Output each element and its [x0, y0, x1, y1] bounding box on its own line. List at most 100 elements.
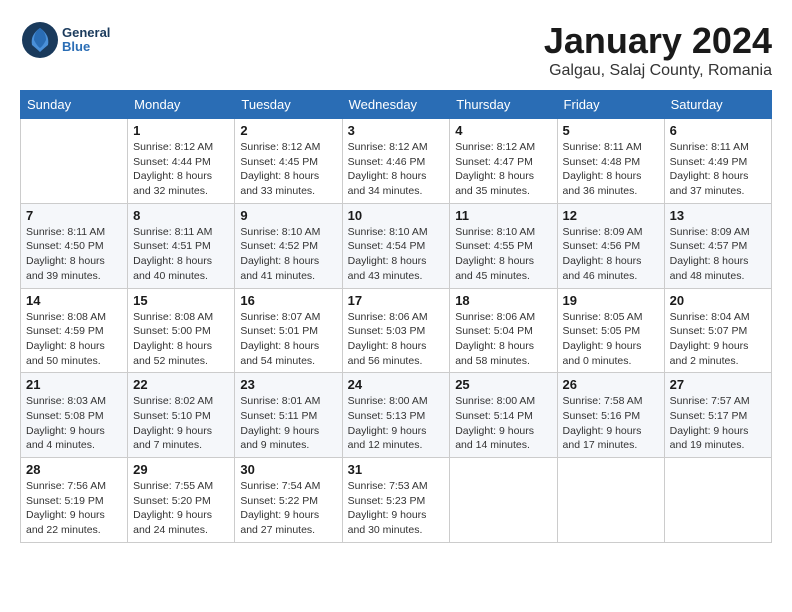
table-row: 17Sunrise: 8:06 AMSunset: 5:03 PMDayligh… [342, 288, 450, 373]
day-info: Sunrise: 8:00 AMSunset: 5:13 PMDaylight:… [348, 394, 445, 453]
table-row: 10Sunrise: 8:10 AMSunset: 4:54 PMDayligh… [342, 203, 450, 288]
header-saturday: Saturday [664, 91, 771, 119]
table-row: 29 Sunrise: 7:55 AMSunset: 5:20 PMDayligh… [128, 458, 235, 543]
table-row: 15 Sunrise: 8:08 AMSunset: 5:00 PMDayligh… [128, 288, 235, 373]
day-info: Sunrise: 8:08 AMSunset: 4:59 PMDaylight:… [26, 310, 122, 369]
day-info: Sunrise: 8:12 AMSunset: 4:44 PMDaylight:… [133, 140, 229, 199]
header-sunday: Sunday [21, 91, 128, 119]
table-row: 19 Sunrise: 8:05 AMSunset: 5:05 PMDayligh… [557, 288, 664, 373]
day-number: 20 [670, 293, 766, 308]
table-row: 18 Sunrise: 8:06 AMSunset: 5:04 PMDayligh… [450, 288, 557, 373]
day-info: Sunrise: 8:11 AMSunset: 4:50 PMDaylight:… [26, 225, 122, 284]
day-number: 22 [133, 377, 229, 392]
table-row: 13Sunrise: 8:09 AMSunset: 4:57 PMDayligh… [664, 203, 771, 288]
logo-icon [20, 20, 60, 60]
day-info: Sunrise: 8:10 AMSunset: 4:52 PMDaylight:… [240, 225, 336, 284]
table-row [557, 458, 664, 543]
logo: General Blue [20, 20, 110, 60]
day-number: 21 [26, 377, 122, 392]
day-info: Sunrise: 8:08 AMSunset: 5:00 PMDaylight:… [133, 310, 229, 369]
day-info: Sunrise: 7:58 AMSunset: 5:16 PMDaylight:… [563, 394, 659, 453]
day-number: 4 [455, 123, 551, 138]
logo-general: General [62, 25, 110, 40]
day-number: 27 [670, 377, 766, 392]
day-info: Sunrise: 8:06 AMSunset: 5:03 PMDaylight:… [348, 310, 445, 369]
day-info: Sunrise: 8:01 AMSunset: 5:11 PMDaylight:… [240, 394, 336, 453]
day-info: Sunrise: 8:03 AMSunset: 5:08 PMDaylight:… [26, 394, 122, 453]
table-row: 3Sunrise: 8:12 AMSunset: 4:46 PMDaylight… [342, 119, 450, 204]
day-number: 8 [133, 208, 229, 223]
day-number: 9 [240, 208, 336, 223]
day-number: 18 [455, 293, 551, 308]
table-row: 28 Sunrise: 7:56 AMSunset: 5:19 PMDayligh… [21, 458, 128, 543]
table-row: 6Sunrise: 8:11 AMSunset: 4:49 PMDaylight… [664, 119, 771, 204]
table-row: 5 Sunrise: 8:11 AMSunset: 4:48 PMDaylight… [557, 119, 664, 204]
table-row: 12Sunrise: 8:09 AMSunset: 4:56 PMDayligh… [557, 203, 664, 288]
calendar-week-row: 14Sunrise: 8:08 AMSunset: 4:59 PMDayligh… [21, 288, 772, 373]
calendar-week-row: 7Sunrise: 8:11 AMSunset: 4:50 PMDaylight… [21, 203, 772, 288]
day-number: 19 [563, 293, 659, 308]
day-number: 10 [348, 208, 445, 223]
day-info: Sunrise: 7:55 AMSunset: 5:20 PMDaylight:… [133, 479, 229, 538]
day-info: Sunrise: 7:56 AMSunset: 5:19 PMDaylight:… [26, 479, 122, 538]
header-monday: Monday [128, 91, 235, 119]
day-info: Sunrise: 7:57 AMSunset: 5:17 PMDaylight:… [670, 394, 766, 453]
header-friday: Friday [557, 91, 664, 119]
day-number: 11 [455, 208, 551, 223]
day-number: 25 [455, 377, 551, 392]
table-row [664, 458, 771, 543]
day-info: Sunrise: 8:06 AMSunset: 5:04 PMDaylight:… [455, 310, 551, 369]
table-row: 21 Sunrise: 8:03 AMSunset: 5:08 PMDayligh… [21, 373, 128, 458]
table-row: 20 Sunrise: 8:04 AMSunset: 5:07 PMDayligh… [664, 288, 771, 373]
day-number: 28 [26, 462, 122, 477]
calendar-table: Sunday Monday Tuesday Wednesday Thursday… [20, 90, 772, 543]
table-row: 4 Sunrise: 8:12 AMSunset: 4:47 PMDaylight… [450, 119, 557, 204]
table-row: 16Sunrise: 8:07 AMSunset: 5:01 PMDayligh… [235, 288, 342, 373]
header-tuesday: Tuesday [235, 91, 342, 119]
day-number: 6 [670, 123, 766, 138]
calendar-week-row: 1 Sunrise: 8:12 AMSunset: 4:44 PMDaylight… [21, 119, 772, 204]
page-header: General Blue January 2024 Galgau, Salaj … [20, 20, 772, 80]
header-thursday: Thursday [450, 91, 557, 119]
day-info: Sunrise: 8:05 AMSunset: 5:05 PMDaylight:… [563, 310, 659, 369]
calendar-body: 1 Sunrise: 8:12 AMSunset: 4:44 PMDaylight… [21, 119, 772, 543]
calendar-header-row: Sunday Monday Tuesday Wednesday Thursday… [21, 91, 772, 119]
day-number: 30 [240, 462, 336, 477]
table-row: 30 Sunrise: 7:54 AMSunset: 5:22 PMDayligh… [235, 458, 342, 543]
location-title: Galgau, Salaj County, Romania [544, 62, 772, 80]
table-row [450, 458, 557, 543]
day-info: Sunrise: 8:12 AMSunset: 4:47 PMDaylight:… [455, 140, 551, 199]
logo-blue: Blue [62, 39, 90, 54]
day-number: 15 [133, 293, 229, 308]
day-info: Sunrise: 7:53 AMSunset: 5:23 PMDaylight:… [348, 479, 445, 538]
day-number: 31 [348, 462, 445, 477]
day-info: Sunrise: 8:00 AMSunset: 5:14 PMDaylight:… [455, 394, 551, 453]
day-info: Sunrise: 8:02 AMSunset: 5:10 PMDaylight:… [133, 394, 229, 453]
table-row: 14Sunrise: 8:08 AMSunset: 4:59 PMDayligh… [21, 288, 128, 373]
table-row [21, 119, 128, 204]
month-title: January 2024 [544, 20, 772, 62]
title-area: January 2024 Galgau, Salaj County, Roman… [544, 20, 772, 80]
day-number: 26 [563, 377, 659, 392]
day-number: 5 [563, 123, 659, 138]
calendar-week-row: 21 Sunrise: 8:03 AMSunset: 5:08 PMDayligh… [21, 373, 772, 458]
table-row: 24Sunrise: 8:00 AMSunset: 5:13 PMDayligh… [342, 373, 450, 458]
table-row: 23 Sunrise: 8:01 AMSunset: 5:11 PMDayligh… [235, 373, 342, 458]
day-info: Sunrise: 8:12 AMSunset: 4:46 PMDaylight:… [348, 140, 445, 199]
day-info: Sunrise: 8:11 AMSunset: 4:48 PMDaylight:… [563, 140, 659, 199]
table-row: 2 Sunrise: 8:12 AMSunset: 4:45 PMDaylight… [235, 119, 342, 204]
day-info: Sunrise: 8:04 AMSunset: 5:07 PMDaylight:… [670, 310, 766, 369]
day-info: Sunrise: 7:54 AMSunset: 5:22 PMDaylight:… [240, 479, 336, 538]
day-info: Sunrise: 8:09 AMSunset: 4:57 PMDaylight:… [670, 225, 766, 284]
day-number: 2 [240, 123, 336, 138]
day-info: Sunrise: 8:07 AMSunset: 5:01 PMDaylight:… [240, 310, 336, 369]
day-number: 1 [133, 123, 229, 138]
calendar-week-row: 28 Sunrise: 7:56 AMSunset: 5:19 PMDayligh… [21, 458, 772, 543]
day-number: 29 [133, 462, 229, 477]
table-row: 7Sunrise: 8:11 AMSunset: 4:50 PMDaylight… [21, 203, 128, 288]
day-info: Sunrise: 8:12 AMSunset: 4:45 PMDaylight:… [240, 140, 336, 199]
day-number: 23 [240, 377, 336, 392]
day-info: Sunrise: 8:09 AMSunset: 4:56 PMDaylight:… [563, 225, 659, 284]
table-row: 22 Sunrise: 8:02 AMSunset: 5:10 PMDayligh… [128, 373, 235, 458]
table-row: 27 Sunrise: 7:57 AMSunset: 5:17 PMDayligh… [664, 373, 771, 458]
